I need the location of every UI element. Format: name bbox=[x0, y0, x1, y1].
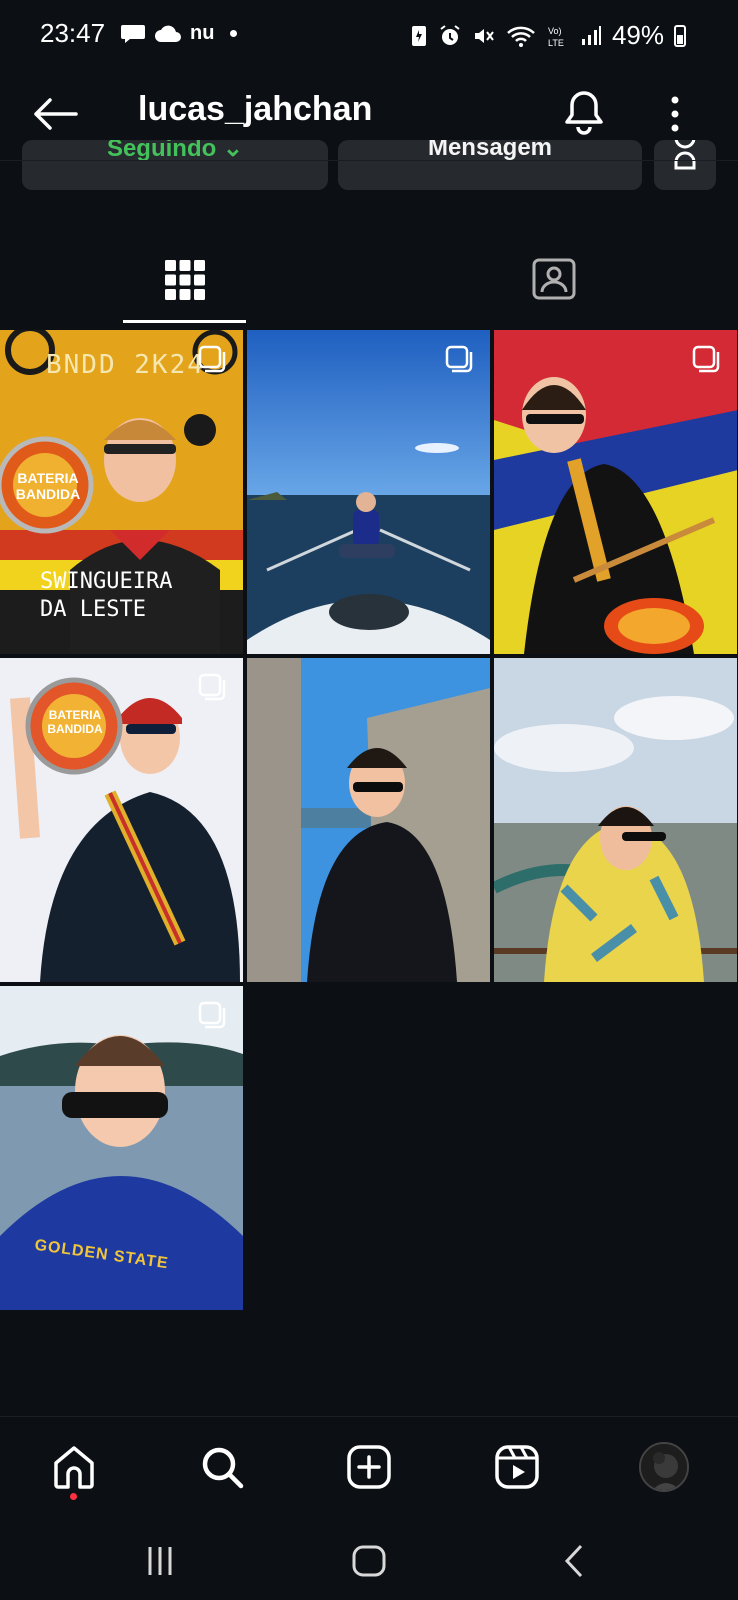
carrier-text: nu bbox=[190, 22, 215, 44]
multiple-photos-icon bbox=[198, 673, 226, 701]
post-thumbnail[interactable]: GOLDEN STATE bbox=[0, 986, 243, 1310]
bottom-navigation bbox=[0, 1416, 738, 1517]
header-divider bbox=[0, 160, 738, 161]
avatar bbox=[639, 1442, 689, 1492]
post-thumbnail[interactable]: BATERIA BANDIDA bbox=[0, 658, 243, 982]
profile-tabs bbox=[0, 240, 738, 326]
plus-square-icon bbox=[347, 1445, 391, 1489]
active-tab-indicator bbox=[123, 320, 246, 323]
reels-icon bbox=[495, 1445, 539, 1489]
poster-title: BNDD 2K24 bbox=[46, 350, 205, 380]
notification-dot bbox=[70, 1493, 77, 1500]
sys-back[interactable] bbox=[550, 1536, 600, 1586]
cloud-icon bbox=[155, 25, 181, 42]
nav-home[interactable] bbox=[44, 1437, 104, 1500]
battery-saver-icon bbox=[411, 25, 426, 46]
home-icon bbox=[54, 1446, 94, 1489]
multiple-photos-icon bbox=[198, 1001, 226, 1029]
message-button[interactable]: Mensagem bbox=[338, 140, 642, 190]
home-circle-icon bbox=[352, 1545, 386, 1577]
chat-icon bbox=[121, 24, 145, 43]
post-image bbox=[247, 330, 490, 654]
wifi-icon bbox=[507, 26, 535, 47]
post-image bbox=[494, 658, 737, 982]
tagged-person-icon bbox=[532, 258, 575, 300]
add-person-icon bbox=[674, 140, 696, 170]
tab-tagged[interactable] bbox=[369, 240, 738, 326]
nav-profile[interactable] bbox=[634, 1437, 694, 1497]
more-options-icon[interactable] bbox=[660, 90, 690, 138]
nav-reels[interactable] bbox=[487, 1437, 547, 1497]
status-right-icons: Vo) LTE 49% bbox=[410, 20, 686, 51]
sys-recents[interactable] bbox=[135, 1536, 185, 1586]
back-arrow-icon[interactable] bbox=[30, 92, 80, 136]
status-bar: 23:47 nu Vo) LTE 49% bbox=[0, 0, 738, 70]
nav-search[interactable] bbox=[192, 1437, 252, 1497]
tab-posts-grid[interactable] bbox=[0, 240, 369, 326]
post-image bbox=[247, 658, 490, 982]
volte-icon: Vo) LTE bbox=[548, 26, 564, 48]
post-thumbnail[interactable] bbox=[494, 658, 737, 982]
multiple-photos-icon bbox=[445, 345, 473, 373]
poster-drum-text: BATERIA BANDIDA bbox=[15, 470, 81, 502]
post-thumbnail[interactable]: BNDD 2K24 BATERIA BANDIDA SWINGUEIRA DA … bbox=[0, 330, 243, 654]
profile-username: lucas_jahchan bbox=[138, 90, 373, 128]
drum-text: BATERIA BANDIDA bbox=[47, 708, 103, 736]
alarm-icon bbox=[440, 24, 460, 45]
multiple-photos-icon bbox=[198, 345, 226, 373]
back-chevron-icon bbox=[564, 1544, 583, 1578]
search-icon bbox=[202, 1447, 244, 1489]
bell-icon[interactable] bbox=[562, 88, 606, 136]
following-button[interactable]: Seguindo ⌄ bbox=[22, 140, 328, 190]
sys-home[interactable] bbox=[344, 1536, 394, 1586]
battery-icon bbox=[674, 24, 686, 47]
mute-icon bbox=[474, 28, 494, 43]
post-thumbnail[interactable] bbox=[247, 330, 490, 654]
multiple-photos-icon bbox=[692, 345, 720, 373]
battery-percent: 49% bbox=[611, 20, 664, 50]
poster-subtitle: SWINGUEIRA DA LESTE bbox=[40, 569, 173, 622]
suggested-people-button[interactable] bbox=[654, 140, 716, 190]
status-time: 23:47 bbox=[40, 18, 106, 48]
nav-create[interactable] bbox=[339, 1437, 399, 1497]
post-thumbnail[interactable] bbox=[247, 658, 490, 982]
profile-actions: Seguindo ⌄ Mensagem bbox=[0, 140, 738, 190]
svg-text:Vo): Vo) bbox=[548, 26, 562, 36]
recents-icon bbox=[148, 1547, 172, 1575]
status-dot bbox=[230, 30, 238, 37]
post-image bbox=[494, 330, 737, 654]
message-label: Mensagem bbox=[427, 140, 553, 161]
status-left-icons: nu bbox=[120, 22, 238, 45]
post-image bbox=[0, 658, 243, 982]
svg-text:LTE: LTE bbox=[548, 38, 564, 48]
post-thumbnail[interactable] bbox=[494, 330, 737, 654]
grid-icon bbox=[164, 260, 205, 300]
signal-icon bbox=[581, 25, 601, 45]
system-navigation bbox=[0, 1516, 738, 1600]
